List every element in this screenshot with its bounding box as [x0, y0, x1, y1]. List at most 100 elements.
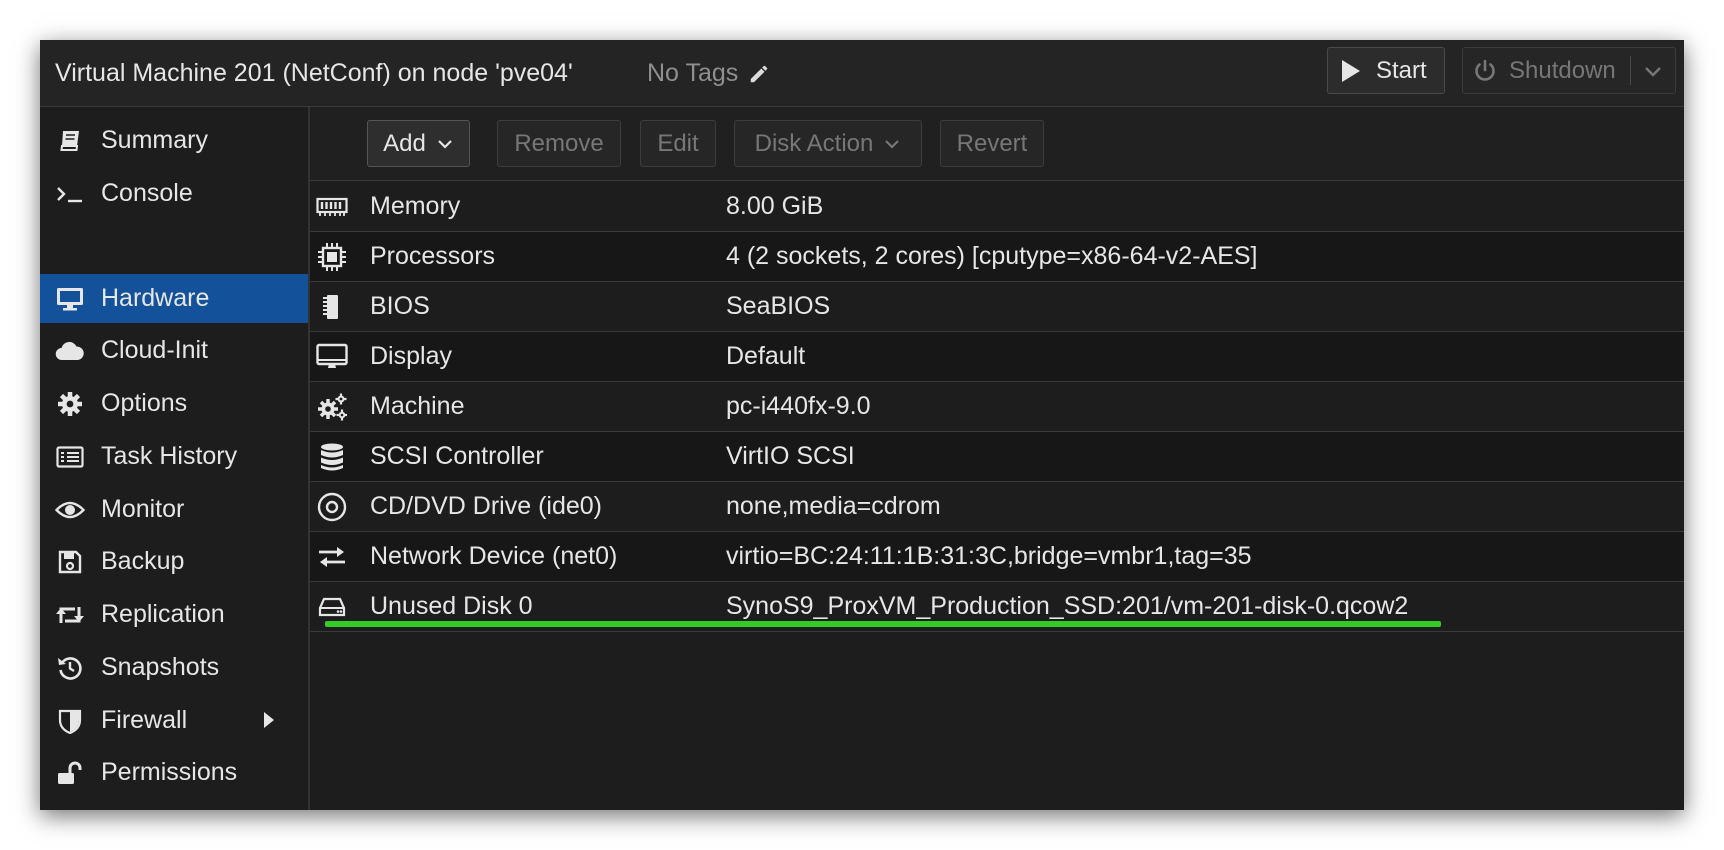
edit-label: Edit — [657, 129, 699, 157]
row-value: none,media=cdrom — [726, 492, 941, 520]
list-icon — [55, 442, 85, 472]
play-icon — [1342, 59, 1360, 82]
sidebar-item-console[interactable]: Console — [40, 169, 308, 218]
sidebar: Summary Console Hardware Cloud-Init Opti… — [40, 107, 310, 810]
unlock-icon — [55, 758, 85, 788]
power-icon — [1475, 59, 1495, 81]
monitor-icon — [55, 284, 85, 314]
add-label: Add — [383, 129, 426, 157]
revert-label: Revert — [956, 129, 1028, 157]
history-icon — [55, 653, 85, 683]
table-row[interactable]: Display Default — [310, 332, 1684, 382]
sidebar-item-label: Summary — [101, 126, 208, 154]
floppy-icon — [55, 547, 85, 577]
sidebar-item-label: Monitor — [101, 495, 185, 523]
sidebar-item-hardware[interactable]: Hardware — [40, 274, 308, 323]
sidebar-item-snapshots[interactable]: Snapshots — [40, 643, 308, 692]
sidebar-item-monitor[interactable]: Monitor — [40, 485, 308, 534]
cpu-icon — [316, 242, 348, 272]
table-row[interactable]: Memory 8.00 GiB — [310, 182, 1684, 232]
sidebar-item-label: Cloud-Init — [101, 336, 208, 364]
sidebar-item-summary[interactable]: Summary — [40, 116, 308, 165]
sidebar-item-label: Replication — [101, 600, 225, 628]
sidebar-item-label: Backup — [101, 547, 185, 575]
sidebar-item-label: Console — [101, 179, 193, 207]
sidebar-item-permissions[interactable]: Permissions — [40, 748, 308, 797]
remove-label: Remove — [514, 129, 604, 157]
shutdown-button[interactable]: Shutdown — [1462, 47, 1676, 94]
sidebar-item-task-history[interactable]: Task History — [40, 432, 308, 481]
sidebar-item-label: Permissions — [101, 758, 238, 786]
gear-icon — [55, 389, 85, 419]
row-name: BIOS — [370, 292, 430, 320]
sidebar-item-backup[interactable]: Backup — [40, 537, 308, 586]
sidebar-item-label: Hardware — [101, 284, 210, 312]
table-row[interactable]: Machine pc-i440fx-9.0 — [310, 382, 1684, 432]
row-name: Machine — [370, 392, 465, 420]
sidebar-item-label: Options — [101, 389, 188, 417]
table-row[interactable]: CD/DVD Drive (ide0) none,media=cdrom — [310, 482, 1684, 532]
cogs-icon — [316, 392, 348, 422]
edit-button[interactable]: Edit — [640, 120, 716, 167]
shutdown-label: Shutdown — [1509, 56, 1616, 84]
chevron-down-icon — [885, 139, 900, 149]
row-value: pc-i440fx-9.0 — [726, 392, 871, 420]
row-name: Network Device (net0) — [370, 542, 618, 570]
table-row[interactable]: SCSI Controller VirtIO SCSI — [310, 432, 1684, 482]
row-name: Processors — [370, 242, 496, 270]
hdd-icon — [316, 592, 348, 622]
exchange-icon — [316, 542, 348, 572]
disk-action-button[interactable]: Disk Action — [734, 120, 922, 167]
row-name: Display — [370, 342, 452, 370]
hardware-panel: Add Remove Edit Disk Action Revert Memor… — [310, 107, 1684, 810]
highlight-underline — [325, 621, 1441, 627]
row-value: virtio=BC:24:11:1B:31:3C,bridge=vmbr1,ta… — [726, 542, 1252, 570]
remove-button[interactable]: Remove — [497, 120, 621, 167]
chevron-down-icon — [438, 139, 452, 149]
sidebar-item-firewall[interactable]: Firewall — [40, 696, 308, 745]
table-row[interactable]: Network Device (net0) virtio=BC:24:11:1B… — [310, 532, 1684, 582]
chevron-down-icon[interactable] — [1643, 61, 1663, 81]
shield-icon — [55, 706, 85, 736]
row-value: 4 (2 sockets, 2 cores) [cputype=x86-64-v… — [726, 242, 1258, 270]
memory-icon — [316, 192, 348, 222]
terminal-icon — [55, 179, 85, 209]
expand-arrow-icon[interactable] — [262, 710, 276, 730]
sidebar-item-replication[interactable]: Replication — [40, 590, 308, 639]
row-name: Memory — [370, 192, 461, 220]
pencil-icon[interactable] — [748, 63, 770, 85]
tags-editor[interactable]: No Tags — [647, 40, 770, 106]
cloud-icon — [55, 336, 85, 366]
disc-icon — [316, 492, 348, 522]
table-row[interactable]: Processors 4 (2 sockets, 2 cores) [cputy… — [310, 232, 1684, 282]
eye-icon — [55, 495, 85, 525]
sidebar-item-label: Firewall — [101, 706, 188, 734]
title-bar: Virtual Machine 201 (NetConf) on node 'p… — [40, 40, 1684, 107]
retweet-icon — [55, 600, 85, 630]
row-value: VirtIO SCSI — [726, 442, 855, 470]
start-label: Start — [1376, 56, 1427, 84]
sidebar-item-label: Snapshots — [101, 653, 220, 681]
hardware-toolbar: Add Remove Edit Disk Action Revert — [310, 107, 1684, 181]
microchip-icon — [316, 292, 348, 322]
row-value: SeaBIOS — [726, 292, 831, 320]
sidebar-item-options[interactable]: Options — [40, 379, 308, 428]
sidebar-item-cloud-init[interactable]: Cloud-Init — [40, 326, 308, 375]
table-row[interactable]: Unused Disk 0 SynoS9_ProxVM_Production_S… — [310, 582, 1684, 632]
vm-panel: Virtual Machine 201 (NetConf) on node 'p… — [40, 40, 1684, 810]
start-button[interactable]: Start — [1327, 47, 1445, 94]
sidebar-item-label: Task History — [101, 442, 238, 470]
row-name: CD/DVD Drive (ide0) — [370, 492, 602, 520]
disk-action-label: Disk Action — [754, 129, 874, 157]
revert-button[interactable]: Revert — [940, 120, 1044, 167]
row-value: 8.00 GiB — [726, 192, 824, 220]
page-title: Virtual Machine 201 (NetConf) on node 'p… — [55, 59, 573, 87]
database-icon — [316, 442, 348, 472]
tags-label: No Tags — [647, 59, 739, 87]
table-row[interactable]: BIOS SeaBIOS — [310, 282, 1684, 332]
add-button[interactable]: Add — [367, 120, 470, 167]
row-value: Default — [726, 342, 806, 370]
desktop-icon — [316, 342, 348, 372]
row-name: SCSI Controller — [370, 442, 544, 470]
book-icon — [55, 126, 85, 156]
